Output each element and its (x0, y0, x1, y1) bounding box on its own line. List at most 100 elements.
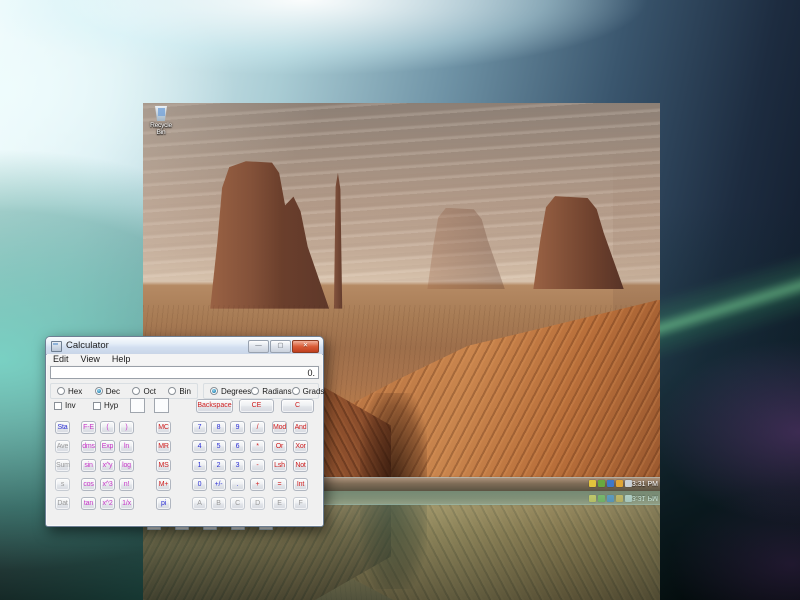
tray-icon-network[interactable] (598, 480, 605, 487)
calc-button-sum: Sum (55, 459, 70, 472)
calc-button-pi[interactable]: pi (156, 497, 171, 510)
radio-label: Degrees (221, 387, 251, 396)
radio-oct[interactable]: Oct (132, 387, 155, 396)
calc-button-key[interactable]: * (250, 440, 265, 453)
clear-entry-button[interactable]: CE (239, 399, 274, 413)
calc-button-mr[interactable]: MR (156, 440, 171, 453)
radio-dot (251, 387, 259, 395)
foreground-ravine (360, 393, 427, 478)
calc-button-key[interactable]: / (250, 421, 265, 434)
radio-degrees[interactable]: Degrees (210, 387, 251, 396)
radio-bin[interactable]: Bin (168, 387, 191, 396)
close-button[interactable]: ✕ (292, 340, 319, 353)
radio-dot (57, 387, 65, 395)
calc-button-ln[interactable]: ln (119, 440, 134, 453)
calc-button-sin[interactable]: sin (81, 459, 96, 472)
radio-dec[interactable]: Dec (95, 387, 120, 396)
recycle-bin-glyph (155, 106, 168, 121)
checkbox-label: Hyp (104, 401, 118, 410)
calc-button-d: D (250, 497, 265, 510)
radio-dot (210, 387, 218, 395)
calc-button-key[interactable]: + (250, 478, 265, 491)
titlebar[interactable]: Calculator — ▢ ✕ (46, 337, 323, 355)
calc-button-e: E (272, 497, 287, 510)
calc-button-key[interactable]: - (250, 459, 265, 472)
calc-button-4[interactable]: 4 (192, 440, 207, 453)
calc-button-key[interactable]: ) (119, 421, 134, 434)
calc-button-x-2[interactable]: x^2 (100, 497, 115, 510)
calc-button-a: A (192, 497, 207, 510)
calc-button-x-3[interactable]: x^3 (100, 478, 115, 491)
checkbox-box (54, 402, 62, 410)
calc-button-log[interactable]: log (119, 459, 134, 472)
calc-button-mc[interactable]: MC (156, 421, 171, 434)
calc-button-s: s (55, 478, 70, 491)
tray-icon-security[interactable] (589, 480, 596, 487)
checkbox-inv[interactable]: Inv (54, 401, 76, 410)
calc-button-2[interactable]: 2 (211, 459, 226, 472)
radio-grads[interactable]: Grads (292, 387, 325, 396)
calc-button-0[interactable]: 0 (192, 478, 207, 491)
clear-button[interactable]: C (281, 399, 314, 413)
calc-button-1-x[interactable]: 1/x (119, 497, 134, 510)
calc-button-7[interactable]: 7 (192, 421, 207, 434)
menu-view[interactable]: View (75, 354, 106, 365)
calc-button-mod[interactable]: Mod (272, 421, 287, 434)
recycle-bin-label: Recycle Bin (146, 122, 176, 136)
radio-dot (168, 387, 176, 395)
window-controls: — ▢ ✕ (248, 340, 319, 353)
calc-button-key[interactable]: . (230, 478, 245, 491)
calc-button-tan[interactable]: tan (81, 497, 96, 510)
calc-button-b: B (211, 497, 226, 510)
calc-button-int[interactable]: Int (293, 478, 308, 491)
tray-icon-messenger[interactable] (607, 480, 614, 487)
calc-button-exp[interactable]: Exp (100, 440, 115, 453)
calc-button-5[interactable]: 5 (211, 440, 226, 453)
recycle-bin-icon[interactable]: Recycle Bin (146, 106, 176, 136)
number-base-group: Hex Dec Oct Bin (50, 383, 198, 399)
radio-hex[interactable]: Hex (57, 387, 82, 396)
checkbox-hyp[interactable]: Hyp (93, 401, 118, 410)
taskbar-clock[interactable]: 3:31 PM (632, 480, 658, 489)
menu-help[interactable]: Help (106, 354, 137, 365)
radio-radians[interactable]: Radians (251, 387, 291, 396)
calc-button-ms[interactable]: MS (156, 459, 171, 472)
calc-button-x-y[interactable]: x^y (100, 459, 115, 472)
ghost-column (613, 142, 660, 328)
calc-button-dms[interactable]: dms (81, 440, 96, 453)
calc-button-f: F (293, 497, 308, 510)
calc-button-or[interactable]: Or (272, 440, 287, 453)
checkbox-box (93, 402, 101, 410)
calc-button-and[interactable]: And (293, 421, 308, 434)
calc-button-c: C (230, 497, 245, 510)
checkbox-label: Inv (65, 401, 76, 410)
calc-display: 0. (50, 366, 319, 379)
calc-button-m[interactable]: M+ (156, 478, 171, 491)
calc-button-lsh[interactable]: Lsh (272, 459, 287, 472)
radio-dot (132, 387, 140, 395)
tray-icon-update[interactable] (616, 480, 623, 487)
radio-label: Radians (262, 387, 291, 396)
calc-button-9[interactable]: 9 (230, 421, 245, 434)
calc-button-not[interactable]: Not (293, 459, 308, 472)
calc-button-8[interactable]: 8 (211, 421, 226, 434)
calc-button-sta[interactable]: Sta (55, 421, 70, 434)
maximize-button[interactable]: ▢ (270, 340, 291, 353)
calc-button-6[interactable]: 6 (230, 440, 245, 453)
calc-button-3[interactable]: 3 (230, 459, 245, 472)
calc-button-dat: Dat (55, 497, 70, 510)
minimize-button[interactable]: — (248, 340, 269, 353)
menu-edit[interactable]: Edit (47, 354, 75, 365)
backspace-button[interactable]: Backspace (196, 399, 233, 413)
calc-button-cos[interactable]: cos (81, 478, 96, 491)
radio-label: Oct (143, 387, 155, 396)
angle-unit-group: Degrees Radians Grads (203, 383, 319, 399)
calc-button-key[interactable]: +/- (211, 478, 226, 491)
calc-button-key[interactable]: = (272, 478, 287, 491)
calc-button-xor[interactable]: Xor (293, 440, 308, 453)
calculator-app-icon (51, 341, 62, 352)
calc-button-1[interactable]: 1 (192, 459, 207, 472)
calc-button-key[interactable]: ( (100, 421, 115, 434)
calc-button-f-e[interactable]: F-E (81, 421, 96, 434)
calc-button-n[interactable]: n! (119, 478, 134, 491)
